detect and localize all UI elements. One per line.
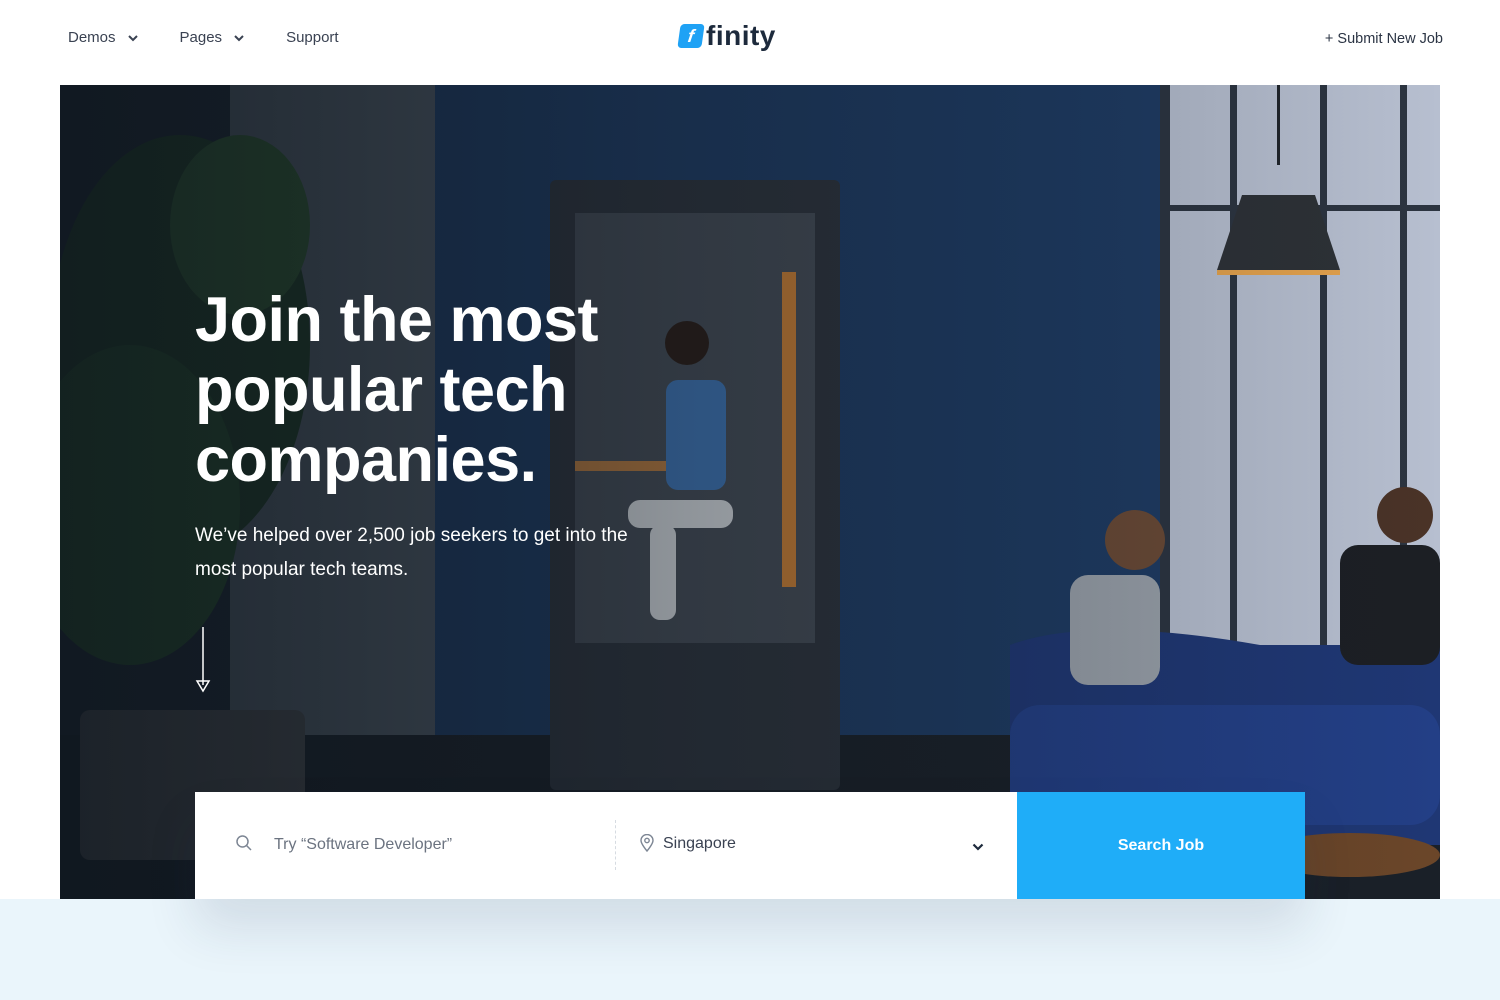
hero-subtitle: We’ve helped over 2,500 job seekers to g… xyxy=(195,525,628,580)
logo[interactable]: f finity xyxy=(677,20,776,52)
map-pin-icon xyxy=(640,834,654,852)
job-search-bar: Try “Software Developer” Singapore Searc… xyxy=(195,792,1305,899)
submit-new-job-link[interactable]: + Submit New Job xyxy=(1325,31,1443,47)
nav-item-demos[interactable]: Demos xyxy=(68,29,140,46)
keyword-input-placeholder: Try “Software Developer” xyxy=(274,836,453,853)
logo-text: finity xyxy=(706,20,776,51)
top-header: Demos Pages Support f finity + Submit Ne… xyxy=(0,0,1500,85)
chevron-down-icon xyxy=(972,843,984,851)
nav-item-pages[interactable]: Pages xyxy=(180,29,247,46)
nav-item-label: Pages xyxy=(179,29,223,46)
hero-title: Join the most popular tech companies. xyxy=(195,285,599,495)
location-select[interactable]: Singapore xyxy=(616,792,1017,899)
keyword-search-field[interactable]: Try “Software Developer” xyxy=(195,792,615,899)
main-nav: Demos Pages Support xyxy=(68,29,379,46)
arrow-down-icon[interactable] xyxy=(195,627,211,693)
chevron-down-icon xyxy=(234,34,244,41)
section-background-band xyxy=(0,899,1500,1000)
logo-icon: f xyxy=(677,24,705,48)
nav-item-label: Demos xyxy=(68,29,116,46)
search-job-button[interactable]: Search Job xyxy=(1017,792,1305,899)
search-icon xyxy=(236,835,252,851)
nav-item-support[interactable]: Support xyxy=(286,29,339,46)
hero-section: Join the most popular tech companies. We… xyxy=(60,85,1440,899)
nav-item-label: Support xyxy=(286,29,339,46)
chevron-down-icon xyxy=(127,34,138,41)
location-value: Singapore xyxy=(663,835,736,852)
